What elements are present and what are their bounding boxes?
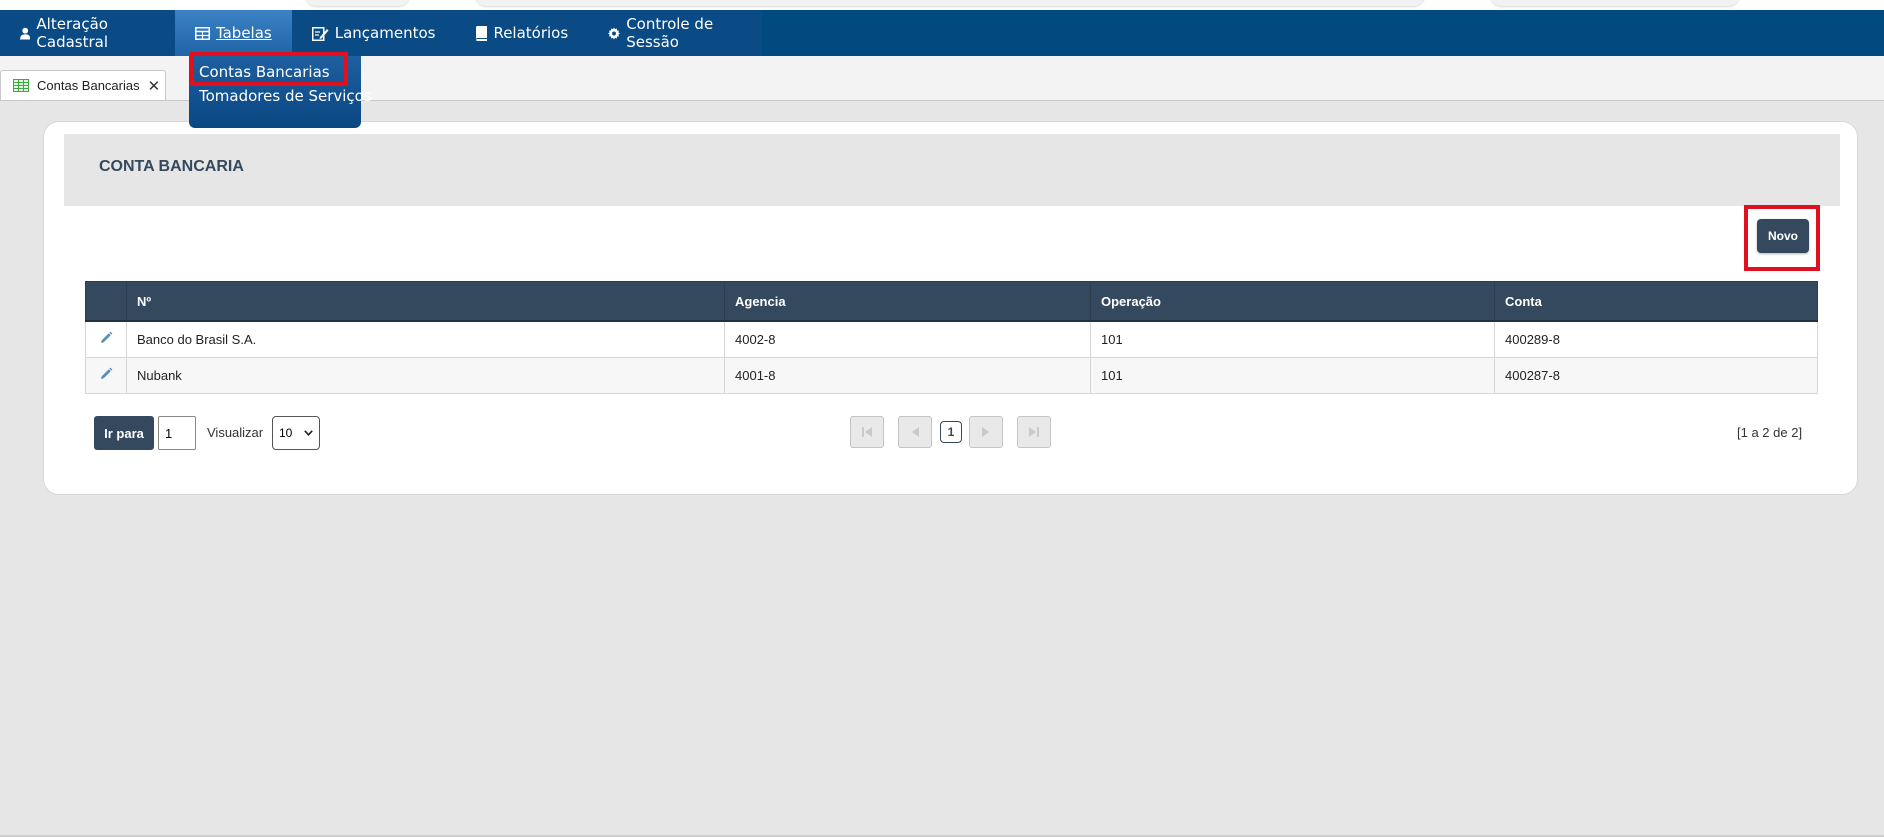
cell-conta: 400289-8	[1494, 320, 1818, 358]
nav-menu: Alteração Cadastral Tabelas Lançamentos …	[0, 10, 762, 56]
pencil-icon[interactable]	[99, 367, 113, 381]
column-header-agencia[interactable]: Agencia	[724, 281, 1091, 322]
previous-page-button[interactable]	[898, 416, 932, 448]
main-navbar: Alteração Cadastral Tabelas Lançamentos …	[0, 10, 1884, 56]
novo-button[interactable]: Novo	[1757, 219, 1809, 253]
tab-label: Contas Bancarias	[37, 78, 140, 93]
user-icon	[20, 27, 31, 40]
page-size-value: 10	[279, 426, 293, 440]
nav-item-label: Relatórios	[493, 24, 569, 42]
edit-cell	[85, 357, 127, 394]
panel-header: CONTA BANCARIA	[64, 134, 1840, 206]
nav-item-controle-de-sessao[interactable]: Controle de Sessão	[588, 10, 762, 56]
menu-item-tomadores-de-servicos[interactable]: Tomadores de Serviços	[199, 87, 372, 105]
cell-numero: Nubank	[126, 357, 725, 394]
nav-item-label: Lançamentos	[334, 24, 436, 42]
cell-operacao: 101	[1090, 320, 1495, 358]
next-page-button[interactable]	[969, 416, 1003, 448]
last-page-button[interactable]	[1017, 416, 1051, 448]
last-page-icon	[1029, 427, 1039, 437]
browser-top-strip	[0, 0, 1884, 10]
first-page-icon	[862, 427, 872, 437]
close-icon[interactable]: ✕	[148, 77, 161, 95]
page-size-select[interactable]: 10	[272, 416, 320, 450]
gear-icon	[608, 26, 621, 40]
chevron-down-icon	[304, 430, 313, 436]
nav-item-alteracao-cadastral[interactable]: Alteração Cadastral	[0, 10, 175, 56]
nav-item-label: Controle de Sessão	[626, 15, 714, 51]
page-number-input[interactable]	[158, 416, 196, 450]
cell-numero: Banco do Brasil S.A.	[126, 320, 725, 358]
nav-item-lancamentos[interactable]: Lançamentos	[292, 10, 456, 56]
nav-item-tabelas[interactable]: Tabelas	[174, 10, 292, 56]
previous-page-icon	[912, 427, 919, 437]
visualizar-label: Visualizar	[207, 425, 264, 440]
top-decoration	[475, 0, 1425, 6]
column-header-conta[interactable]: Conta	[1494, 281, 1818, 322]
top-decoration	[305, 0, 410, 6]
top-decoration	[1490, 0, 1740, 6]
records-range-text: [1 a 2 de 2]	[1737, 425, 1803, 440]
nav-item-relatorios[interactable]: Relatórios	[455, 10, 588, 56]
edit-document-icon	[311, 26, 329, 41]
ir-para-button[interactable]: Ir para	[94, 416, 154, 450]
cell-conta: 400287-8	[1494, 357, 1818, 394]
nav-item-label: Tabelas	[215, 24, 272, 42]
pencil-icon[interactable]	[99, 331, 113, 345]
first-page-button[interactable]	[850, 416, 884, 448]
column-header-numero[interactable]: Nº	[126, 281, 725, 322]
conta-bancaria-panel: CONTA BANCARIA Novo Nº Agencia Operação …	[43, 121, 1858, 495]
menu-item-contas-bancarias[interactable]: Contas Bancarias	[199, 63, 330, 81]
grid-icon	[13, 79, 29, 92]
table-row[interactable]: Nubank 4001-8 101 400287-8	[85, 357, 1818, 394]
edit-cell	[85, 320, 127, 358]
column-header-operacao[interactable]: Operação	[1090, 281, 1495, 322]
contas-table: Nº Agencia Operação Conta Banco do Brasi…	[85, 281, 1818, 394]
cell-agencia: 4001-8	[724, 357, 1091, 394]
column-header-actions	[85, 281, 127, 322]
tabelas-dropdown-menu: Contas Bancarias Tomadores de Serviços	[189, 56, 372, 128]
page-1-button[interactable]: 1	[940, 421, 962, 443]
table-icon	[194, 26, 210, 40]
tab-contas-bancarias[interactable]: Contas Bancarias ✕	[0, 70, 166, 100]
book-icon	[476, 25, 488, 41]
cell-operacao: 101	[1090, 357, 1495, 394]
nav-item-label: Alteração Cadastral	[36, 15, 109, 51]
table-header-row: Nº Agencia Operação Conta	[85, 281, 1818, 322]
cell-agencia: 4002-8	[724, 320, 1091, 358]
table-row[interactable]: Banco do Brasil S.A. 4002-8 101 400289-8	[85, 320, 1818, 358]
page-title: CONTA BANCARIA	[99, 158, 244, 175]
next-page-icon	[982, 427, 989, 437]
